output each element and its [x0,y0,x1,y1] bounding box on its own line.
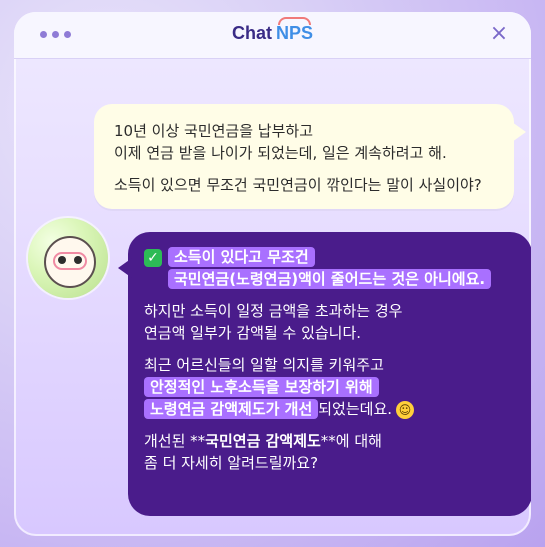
highlight-text: 노령연금 감액제도가 개선 [144,399,319,419]
eye-icon [58,256,66,264]
user-message-bubble: 10년 이상 국민연금을 납부하고 이제 연금 받을 나이가 되었는데, 일은 … [94,104,526,209]
assistant-text: 되었는데요. [318,400,393,418]
chat-window: Chat NPS × 10년 이상 국민연금을 납부하고 이제 연금 받을 나이가… [14,12,531,536]
assistant-message-text: ✓ 소득이 있다고 무조건 국민연금(노령연금)액이 줄어드는 것은 아니에요. … [144,246,516,474]
user-message-text: 10년 이상 국민연금을 납부하고 이제 연금 받을 나이가 되었는데, 일은 … [114,120,496,196]
chatnps-logo: Chat NPS [14,23,531,44]
close-symbol: × [489,21,509,46]
close-icon[interactable]: × [485,20,513,48]
logo-chat: Chat [231,23,272,43]
assistant-message-bubble: ✓ 소득이 있다고 무조건 국민연금(노령연금)액이 줄어드는 것은 아니에요. … [118,232,531,516]
highlight-text: 안정적인 노후소득을 보장하기 위해 [144,377,379,397]
logo-nps: NPS [275,23,313,43]
user-message-line: 10년 이상 국민연금을 납부하고 [114,122,313,140]
assistant-line: 노령연금 감액제도가 개선 되었는데요. ☺ [144,398,516,420]
checkmark-symbol: ✓ [147,249,159,266]
highlight-text: 소득이 있다고 무조건 [168,247,315,267]
assistant-paragraph: 개선된 **국민연금 감액제도**에 대해 좀 더 자세히 알려드릴까요? [144,430,516,474]
assistant-avatar [28,218,108,298]
assistant-line: 연금액 일부가 감액될 수 있습니다. [144,324,362,342]
assistant-line: 하지만 소득이 일정 금액을 초과하는 경우 [144,302,403,320]
checkmark-icon: ✓ [144,248,162,267]
user-message-line: 이제 연금 받을 나이가 되었는데, 일은 계속하려고 해. [114,144,447,162]
smile-emoji: ☺ [398,402,412,417]
assistant-text: 개선된 ** [144,432,206,450]
assistant-paragraph: 최근 어르신들의 일할 의지를 키워주고 안정적인 노후소득을 보장하기 위해 … [144,354,516,420]
assistant-line: ✓ 소득이 있다고 무조건 [144,246,516,268]
chat-header: Chat NPS × [14,12,531,59]
assistant-line: 최근 어르신들의 일할 의지를 키워주고 [144,356,384,374]
assistant-line: 국민연금(노령연금)액이 줄어드는 것은 아니에요. [168,268,516,290]
assistant-line: 안정적인 노후소득을 보장하기 위해 [144,376,516,398]
assistant-text: **에 대해 [320,432,382,450]
assistant-line: 개선된 **국민연금 감액제도**에 대해 [144,430,516,452]
smile-emoji-icon: ☺ [396,400,415,419]
assistant-paragraph: 하지만 소득이 일정 금액을 초과하는 경우 연금액 일부가 감액될 수 있습니… [144,300,516,344]
highlight-text: 국민연금(노령연금)액이 줄어드는 것은 아니에요. [168,269,492,289]
assistant-line: 좀 더 자세히 알려드릴까요? [144,454,319,472]
user-message-line: 소득이 있으면 무조건 국민연금이 깎인다는 말이 사실이야? [114,176,482,194]
assistant-bold-text: 국민연금 감액제도 [205,432,321,450]
avatar-face [44,236,96,288]
eye-icon [74,256,82,264]
